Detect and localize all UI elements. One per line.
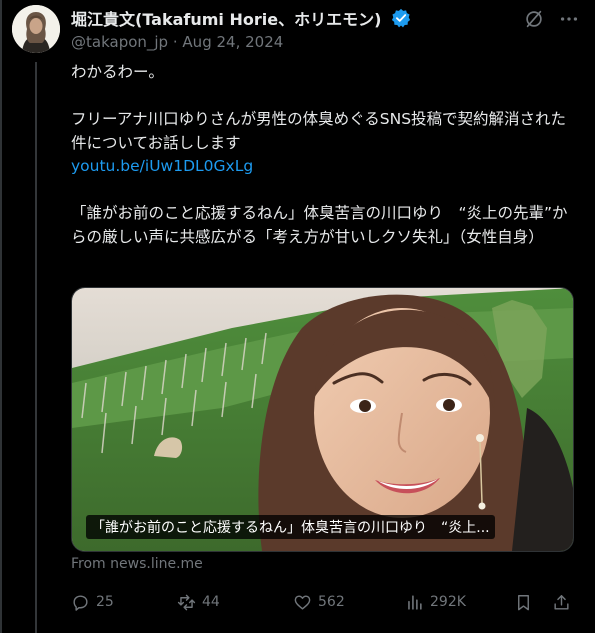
like-button[interactable]: 562 bbox=[293, 586, 345, 618]
link-card[interactable]: 「誰がお前のこと応援するねん」体臭苦言の川口ゆり “炎上... bbox=[71, 287, 574, 552]
action-bar: 25 44 562 292K bbox=[71, 586, 576, 618]
views-count: 292K bbox=[430, 594, 466, 610]
bookmark-icon bbox=[518, 594, 529, 610]
tweet-line-1: わかるわー。 bbox=[71, 63, 164, 81]
more-icon[interactable] bbox=[558, 8, 580, 30]
grok-icon[interactable] bbox=[523, 8, 545, 30]
bookmark-button[interactable] bbox=[514, 586, 539, 618]
tweet-line-3: 「誰がお前のこと応援するねん」体臭苦言の川口ゆり “炎上の先輩”からの厳しい声に… bbox=[71, 204, 568, 246]
tweet-line-2: フリーアナ川口ゆりさんが男性の体臭めぐるSNS投稿で契約解消された件についてお話… bbox=[71, 110, 567, 152]
tweet-link[interactable]: youtu.be/iUw1DL0GxLg bbox=[71, 157, 253, 175]
repost-button[interactable]: 44 bbox=[177, 586, 220, 618]
share-icon bbox=[554, 594, 569, 610]
card-source[interactable]: From news.line.me bbox=[71, 556, 203, 572]
verified-badge-icon bbox=[391, 8, 410, 28]
share-button[interactable] bbox=[552, 586, 577, 618]
separator-dot: · bbox=[172, 33, 183, 51]
card-caption: 「誰がお前のこと応援するねん」体臭苦言の川口ゆり “炎上... bbox=[86, 515, 495, 539]
card-image bbox=[72, 288, 573, 551]
tweet-date[interactable]: Aug 24, 2024 bbox=[182, 33, 283, 51]
tweet-text: わかるわー。 フリーアナ川口ゆりさんが男性の体臭めぐるSNS投稿で契約解消された… bbox=[71, 61, 576, 249]
tweet-header: 堀江貴文(Takafumi Horie、ホリエモン) bbox=[71, 6, 555, 30]
like-count: 562 bbox=[318, 594, 345, 610]
repost-icon bbox=[177, 594, 196, 610]
like-icon bbox=[294, 594, 311, 610]
avatar[interactable] bbox=[12, 5, 60, 53]
reply-icon bbox=[73, 594, 88, 611]
thread-line bbox=[35, 62, 37, 633]
reply-button[interactable]: 25 bbox=[71, 586, 114, 618]
author-name[interactable]: 堀江貴文(Takafumi Horie、ホリエモン) bbox=[71, 6, 381, 30]
views-button[interactable]: 292K bbox=[405, 586, 466, 618]
reply-count: 25 bbox=[96, 594, 114, 610]
author-handle[interactable]: @takapon_jp bbox=[71, 33, 168, 51]
views-icon bbox=[408, 594, 422, 610]
handle-and-date: @takapon_jp · Aug 24, 2024 bbox=[71, 33, 283, 51]
repost-count: 44 bbox=[202, 594, 220, 610]
frame-border bbox=[0, 0, 2, 633]
